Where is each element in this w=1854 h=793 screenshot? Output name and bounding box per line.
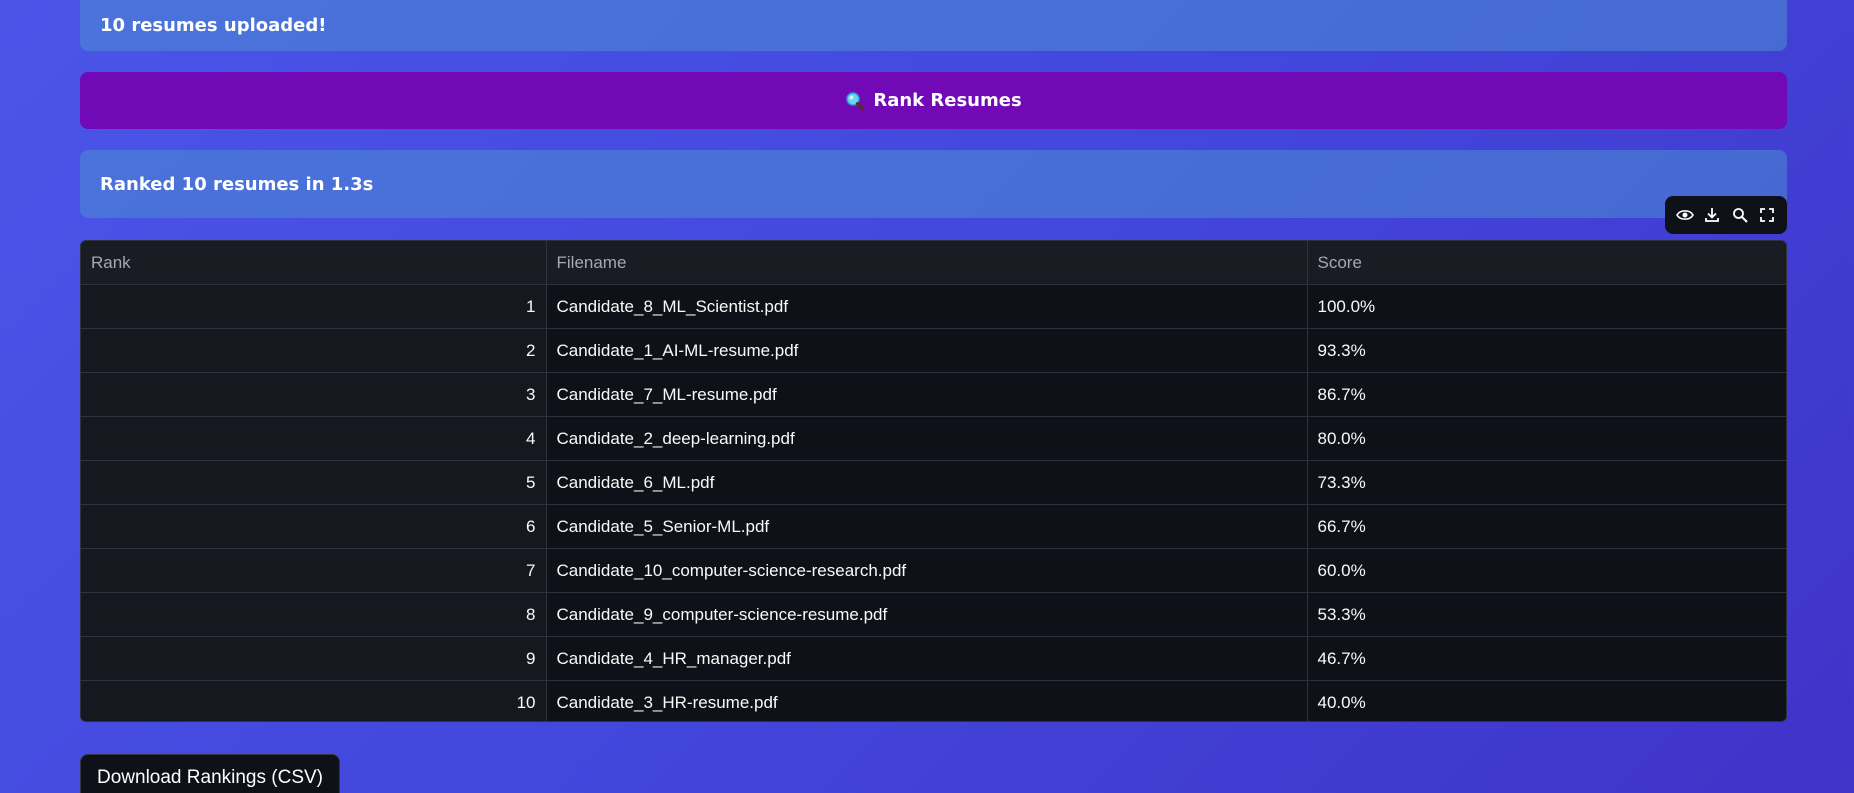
rankings-table[interactable]: Rank Filename Score 1 Candidate_8_ML_Sci… (80, 240, 1787, 722)
table-row: 6 Candidate_5_Senior-ML.pdf 66.7% (81, 504, 1786, 549)
table-toolbar (1665, 196, 1787, 234)
rank-cell[interactable]: 9 (81, 636, 547, 681)
score-cell[interactable]: 100.0% (1307, 284, 1786, 329)
table-row: 3 Candidate_7_ML-resume.pdf 86.7% (81, 372, 1786, 417)
filename-cell[interactable]: Candidate_10_computer-science-research.p… (546, 548, 1308, 593)
score-cell[interactable]: 93.3% (1307, 328, 1786, 373)
filename-cell[interactable]: Candidate_2_deep-learning.pdf (546, 416, 1308, 461)
filename-cell[interactable]: Candidate_7_ML-resume.pdf (546, 372, 1308, 417)
rank-cell[interactable]: 6 (81, 504, 547, 549)
upload-alert-text: 10 resumes uploaded! (100, 15, 327, 36)
filename-cell[interactable]: Candidate_5_Senior-ML.pdf (546, 504, 1308, 549)
filename-cell[interactable]: Candidate_1_AI-ML-resume.pdf (546, 328, 1308, 373)
table-header-row: Rank Filename Score (81, 241, 1786, 285)
table-row: 9 Candidate_4_HR_manager.pdf 46.7% (81, 636, 1786, 681)
table-row: 7 Candidate_10_computer-science-research… (81, 548, 1786, 593)
rank-resumes-button[interactable]: Rank Resumes (80, 72, 1787, 129)
score-cell[interactable]: 46.7% (1307, 636, 1786, 681)
table-row: 1 Candidate_8_ML_Scientist.pdf 100.0% (81, 284, 1786, 329)
download-icon[interactable] (1701, 204, 1723, 226)
rank-cell[interactable]: 1 (81, 284, 547, 329)
score-cell[interactable]: 66.7% (1307, 504, 1786, 549)
score-cell[interactable]: 60.0% (1307, 548, 1786, 593)
upload-success-alert: 10 resumes uploaded! (80, 0, 1787, 51)
table-row: 8 Candidate_9_computer-science-resume.pd… (81, 592, 1786, 637)
ranking-result-alert: Ranked 10 resumes in 1.3s (80, 150, 1787, 218)
result-alert-text: Ranked 10 resumes in 1.3s (100, 173, 374, 195)
rank-cell[interactable]: 2 (81, 328, 547, 373)
filename-cell[interactable]: Candidate_9_computer-science-resume.pdf (546, 592, 1308, 637)
download-button-label: Download Rankings (CSV) (97, 767, 323, 788)
column-header-rank[interactable]: Rank (81, 241, 547, 285)
column-header-filename[interactable]: Filename (546, 241, 1308, 285)
rank-cell[interactable]: 8 (81, 592, 547, 637)
column-header-score[interactable]: Score (1307, 241, 1786, 285)
filename-cell[interactable]: Candidate_8_ML_Scientist.pdf (546, 284, 1308, 329)
score-cell[interactable]: 80.0% (1307, 416, 1786, 461)
filename-cell[interactable]: Candidate_4_HR_manager.pdf (546, 636, 1308, 681)
table-row: 2 Candidate_1_AI-ML-resume.pdf 93.3% (81, 328, 1786, 373)
table-row: 10 Candidate_3_HR-resume.pdf 40.0% (81, 680, 1786, 722)
fullscreen-icon[interactable] (1756, 204, 1778, 226)
rank-cell[interactable]: 10 (81, 680, 547, 721)
download-csv-button[interactable]: Download Rankings (CSV) (80, 754, 340, 793)
filename-cell[interactable]: Candidate_6_ML.pdf (546, 460, 1308, 505)
eye-icon[interactable] (1674, 204, 1696, 226)
score-cell[interactable]: 53.3% (1307, 592, 1786, 637)
table-row: 5 Candidate_6_ML.pdf 73.3% (81, 460, 1786, 505)
rank-cell[interactable]: 5 (81, 460, 547, 505)
table-row: 4 Candidate_2_deep-learning.pdf 80.0% (81, 416, 1786, 461)
rank-cell[interactable]: 3 (81, 372, 547, 417)
rank-cell[interactable]: 4 (81, 416, 547, 461)
score-cell[interactable]: 86.7% (1307, 372, 1786, 417)
filename-cell[interactable]: Candidate_3_HR-resume.pdf (546, 680, 1308, 721)
rank-cell[interactable]: 7 (81, 548, 547, 593)
score-cell[interactable]: 73.3% (1307, 460, 1786, 505)
score-cell[interactable]: 40.0% (1307, 681, 1786, 722)
rank-button-label: Rank Resumes (873, 90, 1022, 111)
search-icon[interactable] (1729, 204, 1751, 226)
magnifier-icon (845, 91, 865, 111)
